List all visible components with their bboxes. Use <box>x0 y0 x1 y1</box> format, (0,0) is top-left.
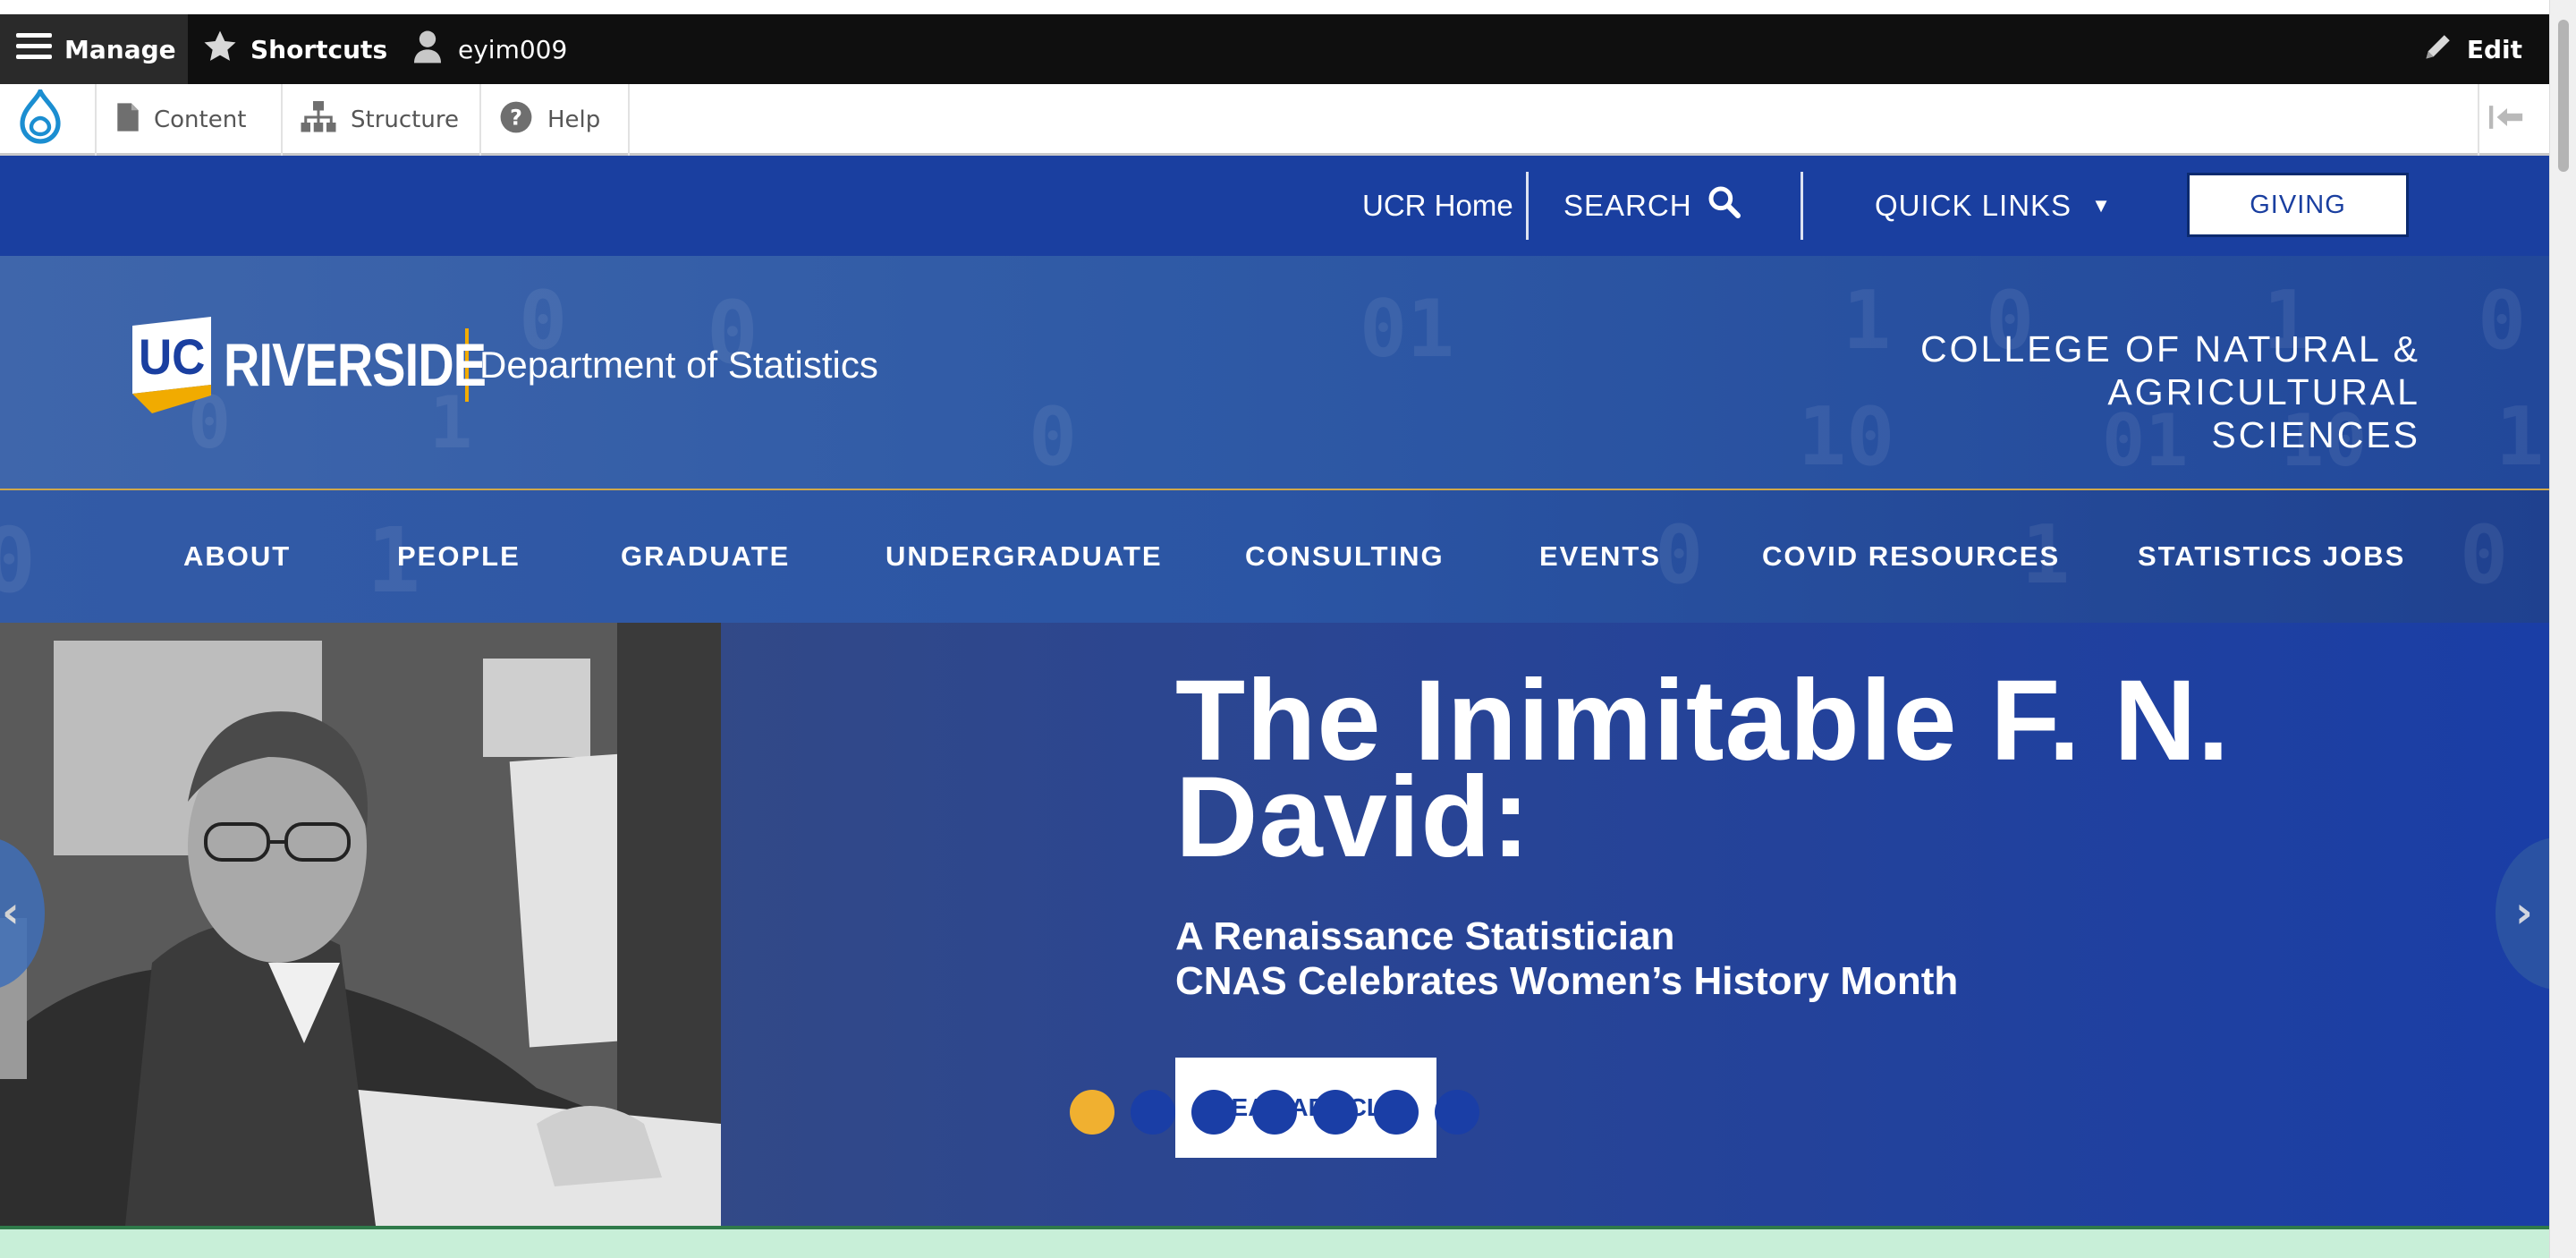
riverside-wordmark: RIVERSIDE <box>224 331 487 399</box>
hero-subtitle-line2: CNAS Celebrates Women’s History Month <box>1175 959 1959 1003</box>
slide-pagination <box>1070 1090 1479 1135</box>
drupal-home-link[interactable] <box>0 84 97 156</box>
uc-logo-letters: UC <box>139 329 205 385</box>
manage-button[interactable]: Manage <box>0 14 188 84</box>
main-navigation: 0 1 0 1 0 ABOUT PEOPLE GRADUATE UNDERGRA… <box>0 490 2549 623</box>
slide-dot[interactable] <box>1374 1090 1419 1135</box>
utility-bar: UCR Home SEARCH QUICK LINKS ▼ GIVING <box>0 156 2549 256</box>
binary-decoration: 0 <box>0 508 37 613</box>
hero-subtitle: A Renaissance Statistician CNAS Celebrat… <box>1175 914 1958 1004</box>
tray-structure-label: Structure <box>351 106 459 133</box>
admin-toolbar: Manage Shortcuts eyim009 Edit <box>0 14 2549 84</box>
giving-button[interactable]: GIVING <box>2187 173 2409 237</box>
hero-subtitle-line1: A Renaissance Statistician <box>1175 914 1675 958</box>
nav-item-people[interactable]: PEOPLE <box>397 490 521 623</box>
binary-decoration: 0 <box>2460 508 2509 602</box>
menu-icon <box>16 31 64 68</box>
caret-down-icon: ▼ <box>2091 194 2112 217</box>
search-label: SEARCH <box>1563 189 1692 222</box>
nav-item-graduate[interactable]: GRADUATE <box>621 490 790 623</box>
admin-tray: Content Structure ? Help <box>0 84 2549 156</box>
tray-collapse-button[interactable] <box>2478 84 2549 156</box>
shortcuts-label: Shortcuts <box>250 34 388 64</box>
search-icon <box>1692 184 1742 227</box>
chevron-right-icon: › <box>2515 888 2533 938</box>
user-label: eyim009 <box>458 34 568 64</box>
page-scrollbar[interactable] <box>2549 0 2576 1258</box>
slide-dot[interactable] <box>1252 1090 1297 1135</box>
site-header: 0 0 01 1 0 1 0 0 1 0 10 01 10 1 UC RIVER… <box>0 256 2549 490</box>
ucr-logo[interactable]: UC RIVERSIDE Department of Statistics <box>132 313 878 417</box>
department-name: Department of Statistics <box>479 344 878 386</box>
search-button[interactable]: SEARCH <box>1563 156 1742 256</box>
ucr-home-link[interactable]: UCR Home <box>1362 156 1513 256</box>
nav-item-undergraduate[interactable]: UNDERGRADUATE <box>886 490 1163 623</box>
nav-item-statistics-jobs[interactable]: STATISTICS JOBS <box>2138 490 2405 623</box>
slide-dot[interactable] <box>1131 1090 1175 1135</box>
hero-photo <box>0 623 721 1226</box>
user-icon <box>410 29 458 71</box>
hero-title: The Inimitable F. N. David: <box>1175 664 2338 875</box>
edit-label: Edit <box>2466 34 2522 64</box>
tray-help-label: Help <box>547 106 601 133</box>
binary-decoration: 0 <box>1029 390 1078 484</box>
collapse-icon <box>2489 104 2539 137</box>
binary-decoration: 0 <box>1655 508 1704 602</box>
binary-decoration: 1 <box>2496 390 2545 484</box>
slide-dot[interactable] <box>1435 1090 1479 1135</box>
binary-decoration: 0 <box>2478 274 2527 368</box>
college-name[interactable]: COLLEGE OF NATURAL & AGRICULTURAL SCIENC… <box>1615 327 2420 456</box>
slide-dot[interactable] <box>1313 1090 1358 1135</box>
sitemap-icon <box>301 100 351 140</box>
user-button[interactable]: eyim009 <box>410 14 567 84</box>
tray-help-link[interactable]: ? Help <box>481 84 630 156</box>
next-slide-button[interactable]: › <box>2496 837 2549 990</box>
uc-logo-mark: UC <box>132 317 211 413</box>
shortcuts-button[interactable]: Shortcuts <box>202 14 387 84</box>
college-name-line1: COLLEGE OF NATURAL & AGRICULTURAL <box>1920 328 2420 412</box>
drupal-drop-icon <box>17 84 78 151</box>
nav-item-events[interactable]: EVENTS <box>1539 490 1661 623</box>
document-icon <box>116 102 154 139</box>
top-edge <box>0 0 2549 14</box>
slide-dot[interactable] <box>1070 1090 1114 1135</box>
utility-divider <box>1801 172 1803 240</box>
help-icon: ? <box>499 100 547 140</box>
slide-dot[interactable] <box>1191 1090 1236 1135</box>
chevron-left-icon: ‹ <box>2 888 20 938</box>
alert-banner-edge <box>0 1226 2549 1258</box>
nav-item-consulting[interactable]: CONSULTING <box>1245 490 1445 623</box>
college-name-line2: SCIENCES <box>2211 414 2420 455</box>
nav-item-about[interactable]: ABOUT <box>183 490 291 623</box>
star-icon <box>202 29 250 71</box>
nav-item-covid-resources[interactable]: COVID RESOURCES <box>1762 490 2060 623</box>
tray-content-link[interactable]: Content <box>97 84 283 156</box>
pencil-icon <box>2422 30 2467 69</box>
binary-decoration: 01 <box>1360 283 1454 375</box>
hero-slider: ‹ › The Inimitable F. N. David: A Renais… <box>0 623 2549 1226</box>
tray-structure-link[interactable]: Structure <box>283 84 481 156</box>
quick-links-label: QUICK LINKS <box>1875 189 2072 222</box>
quick-links-dropdown[interactable]: QUICK LINKS ▼ <box>1875 156 2112 256</box>
manage-label: Manage <box>64 34 176 64</box>
edit-button[interactable]: Edit <box>2422 14 2522 84</box>
scrollbar-thumb[interactable] <box>2558 20 2569 172</box>
svg-text:?: ? <box>510 105 522 130</box>
utility-divider <box>1526 172 1529 240</box>
tray-content-label: Content <box>154 106 247 133</box>
